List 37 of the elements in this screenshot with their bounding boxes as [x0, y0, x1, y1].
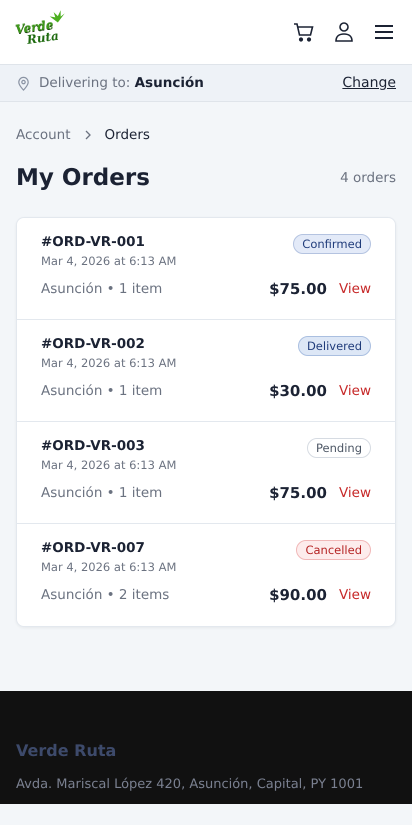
order-total: $75.00 — [269, 484, 327, 502]
order-date: Mar 4, 2026 at 6:13 AM — [41, 356, 176, 370]
order-total: $75.00 — [269, 280, 327, 298]
order-id: #ORD-VR-002 — [41, 336, 146, 352]
status-badge: Cancelled — [296, 540, 371, 560]
page-title: My Orders — [16, 165, 150, 191]
footer-address: Avda. Mariscal López 420, Asunción, Capital, PY 1001 — [16, 777, 364, 792]
order-id: #ORD-VR-007 — [41, 540, 146, 556]
footer-brand: Verde Ruta — [16, 741, 118, 760]
order-summary: Asunción • 1 item — [41, 281, 162, 297]
order-date: Mar 4, 2026 at 6:13 AM — [41, 458, 176, 472]
user-icon[interactable] — [332, 20, 356, 44]
order-summary: Asunción • 1 item — [41, 485, 162, 501]
view-link[interactable]: View — [338, 383, 371, 399]
view-link[interactable]: View — [338, 281, 371, 297]
breadcrumb-link[interactable]: Account — [16, 127, 71, 143]
delivery-location: Delivering to: Asunción — [39, 75, 204, 91]
breadcrumb-link[interactable]: Orders — [104, 127, 150, 143]
order-summary: Asunción • 2 items — [41, 587, 170, 603]
view-link[interactable]: View — [338, 587, 371, 603]
cart-icon[interactable] — [292, 20, 316, 44]
order-total: $30.00 — [269, 382, 327, 400]
order-date: Mar 4, 2026 at 6:13 AM — [41, 560, 176, 574]
view-link[interactable]: View — [338, 485, 371, 501]
order-date: Mar 4, 2026 at 6:13 AM — [41, 254, 176, 268]
order-total: $90.00 — [269, 586, 327, 604]
order-summary: Asunción • 1 item — [41, 383, 162, 399]
status-badge: Confirmed — [293, 234, 371, 254]
status-badge: Delivered — [298, 336, 371, 356]
order-count: 4 orders — [340, 170, 396, 186]
chevron-right-icon — [82, 130, 93, 140]
status-badge: Pending — [307, 438, 371, 458]
logo[interactable]: Verde Ruta — [14, 12, 68, 52]
change-link[interactable]: Change — [342, 75, 396, 91]
order-id: #ORD-VR-003 — [41, 438, 146, 454]
order-id: #ORD-VR-001 — [41, 234, 146, 250]
location-pin-icon — [16, 76, 31, 90]
